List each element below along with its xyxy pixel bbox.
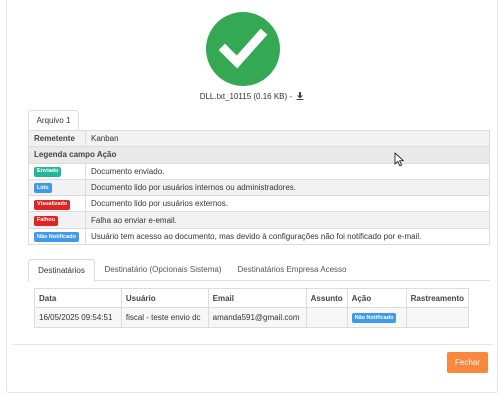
cell-rastreamento [405, 307, 470, 328]
legend-row-visualizado: Visualizado Documento lido por usuários … [28, 195, 490, 213]
legend-title: Legenda campo Ação [28, 146, 490, 164]
cell-acao: Não Notificado [346, 307, 407, 328]
status-badge: Não Notificado [351, 313, 397, 324]
legend-description: Documento lido por usuários externos. [85, 195, 490, 213]
column-header-rastreamento: Rastreamento [405, 288, 470, 308]
legend-row-nao-notificado: Não Notificado Usuário tem acesso ao doc… [28, 227, 490, 246]
legend-description: Documento enviado. [85, 162, 490, 180]
legend-row-falhou: Falhou Falha ao enviar e-email. [28, 211, 490, 229]
sender-label: Remetente [28, 129, 86, 148]
badge-nao-notificado: Não Notificado [34, 232, 79, 243]
cell-assunto [305, 307, 348, 328]
cell-data: 16/05/2025 09:54:51 [34, 307, 122, 328]
info-table: Remetente Kanban Legenda campo Ação Envi… [28, 129, 490, 246]
file-info: DLL.txt_10115 (0.16 KB) - [7, 92, 497, 102]
tab-destinatarios-empresa[interactable]: Destinatários Empresa Acesso [231, 259, 353, 281]
legend-header-row: Legenda campo Ação [28, 146, 490, 164]
document-tracking-modal: DLL.txt_10115 (0.16 KB) - Arquivo 1 Reme… [6, 0, 498, 393]
tab-destinatario-opcionais[interactable]: Destinatário (Opcionais Sistema) [99, 259, 227, 281]
mouse-pointer-icon [394, 152, 405, 169]
tab-destinatarios[interactable]: Destinatários [28, 259, 95, 282]
column-header-usuario: Usuário [120, 288, 209, 308]
legend-description: Documento lido por usuários internos ou … [85, 178, 490, 197]
column-header-email: Email [207, 288, 307, 308]
recipient-tabs: Destinatários Destinatário (Opcionais Si… [28, 259, 490, 282]
column-header-data: Data [34, 288, 122, 308]
column-header-assunto: Assunto [305, 288, 348, 308]
legend-row-enviado: Enviado Documento enviado. [28, 162, 490, 180]
check-circle-icon [206, 12, 280, 86]
badge-falhou: Falhou [34, 215, 59, 226]
cell-email: amanda591@gmail.com [207, 307, 307, 328]
footer-divider [13, 344, 493, 345]
sender-row: Remetente Kanban [28, 129, 490, 148]
sender-value: Kanban [85, 129, 490, 148]
table-row: 16/05/2025 09:54:51 fiscal - teste envio… [34, 307, 470, 328]
close-button[interactable]: Fechar [447, 352, 488, 373]
tab-arquivo-1[interactable]: Arquivo 1 [28, 110, 79, 130]
file-name: DLL.txt_10115 (0.16 KB) - [199, 92, 293, 101]
column-header-acao: Ação [346, 288, 407, 308]
table-header-row: Data Usuário Email Assunto Ação Rastream… [34, 288, 470, 308]
legend-description: Falha ao enviar e-email. [85, 211, 490, 229]
badge-enviado: Enviado [34, 166, 62, 177]
cell-usuario: fiscal - teste envio dc [120, 307, 209, 328]
badge-visualizado: Visualizado [34, 199, 71, 210]
recipients-table: Data Usuário Email Assunto Ação Rastream… [34, 288, 470, 328]
legend-description: Usuário tem acesso ao documento, mas dev… [85, 227, 490, 246]
badge-lido: Lido [34, 183, 52, 194]
legend-row-lido: Lido Documento lido por usuários interno… [28, 178, 490, 197]
download-icon[interactable] [296, 92, 304, 102]
